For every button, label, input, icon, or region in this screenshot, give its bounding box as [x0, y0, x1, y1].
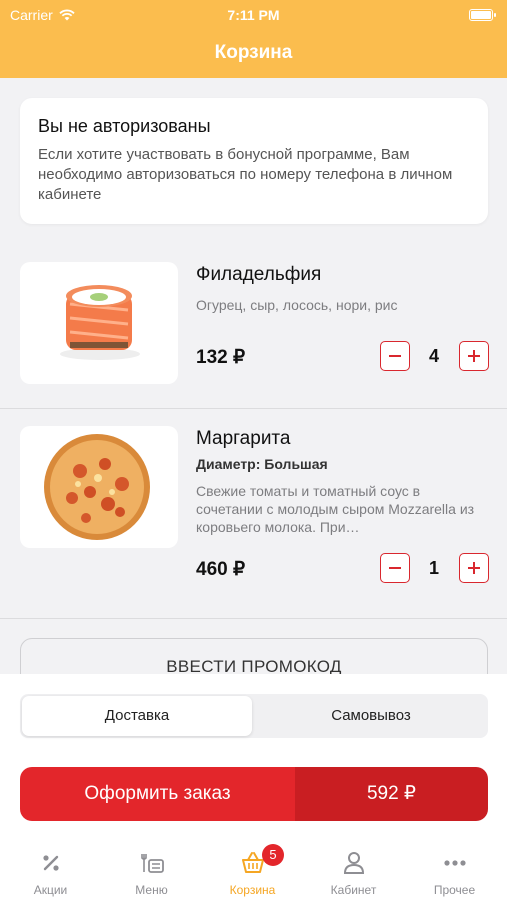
- delivery-type-selector: Доставка Самовывоз: [20, 694, 488, 738]
- auth-notice-title: Вы не авторизованы: [38, 116, 211, 136]
- increase-quantity-button[interactable]: [459, 341, 489, 371]
- pickup-option[interactable]: Самовывоз: [256, 696, 486, 736]
- item-description: Огурец, сыр, лосось, нори, рис: [196, 297, 398, 313]
- increase-quantity-button[interactable]: [459, 553, 489, 583]
- minus-icon: [389, 355, 401, 357]
- plus-icon: [468, 350, 480, 362]
- tab-promotions[interactable]: Акции: [0, 836, 101, 900]
- status-time: 7:11 PM: [227, 7, 280, 23]
- tab-account[interactable]: Кабинет: [303, 836, 404, 900]
- menu-food-icon: [141, 854, 164, 873]
- sushi-roll-photo: [20, 262, 178, 384]
- tab-label: Меню: [135, 883, 168, 897]
- user-icon: [343, 852, 365, 874]
- item-quantity: 4: [428, 346, 439, 366]
- tab-label: Акции: [33, 883, 68, 897]
- decrease-quantity-button[interactable]: [380, 341, 410, 371]
- item-price: 132 ₽: [196, 347, 246, 368]
- cart-count-badge: 5: [262, 844, 284, 866]
- battery-icon: [469, 9, 496, 21]
- item-description: Свежие томаты и томатный соус в сочетани…: [196, 483, 475, 535]
- cart-item: Филадельфия Огурец, сыр, лосось, нори, р…: [0, 262, 507, 408]
- percent-icon: [43, 855, 59, 871]
- minus-icon: [389, 567, 401, 569]
- decrease-quantity-button[interactable]: [380, 553, 410, 583]
- tab-menu[interactable]: Меню: [101, 836, 202, 900]
- tab-label: Кабинет: [330, 883, 377, 897]
- item-quantity: 1: [428, 558, 439, 578]
- checkout-label: Оформить заказ: [20, 767, 295, 821]
- checkout-button[interactable]: Оформить заказ 592 ₽: [20, 767, 488, 821]
- item-detail: Диаметр: Большая: [196, 456, 328, 472]
- delivery-option[interactable]: Доставка: [22, 696, 252, 736]
- status-bar: Carrier 7:11 PM: [0, 6, 507, 26]
- item-name: Маргарита: [196, 428, 291, 449]
- page-title: Корзина: [214, 42, 293, 63]
- tab-cart[interactable]: 5 Корзина: [202, 836, 303, 900]
- tab-more[interactable]: Прочее: [404, 836, 505, 900]
- pizza-photo: [20, 426, 178, 548]
- tab-label: Прочее: [433, 883, 476, 897]
- item-price: 460 ₽: [196, 559, 246, 580]
- cart-item: Маргарита Диаметр: Большая Свежие томаты…: [0, 426, 507, 606]
- auth-notice-text: Если хотите участвовать в бонусной прогр…: [38, 146, 453, 203]
- order-total: 592 ₽: [295, 767, 488, 821]
- item-divider: [0, 408, 507, 409]
- more-dots-icon: [444, 860, 466, 866]
- tab-label: Корзина: [229, 883, 276, 897]
- header-bar: Carrier 7:11 PM Корзина: [0, 0, 507, 78]
- plus-icon: [468, 562, 480, 574]
- item-name: Филадельфия: [196, 264, 322, 285]
- item-divider: [0, 618, 507, 619]
- tab-bar: Акции Меню 5 Корзина Кабинет Прочее: [0, 836, 507, 900]
- auth-notice-card[interactable]: Вы не авторизованы Если хотите участвова…: [20, 98, 488, 224]
